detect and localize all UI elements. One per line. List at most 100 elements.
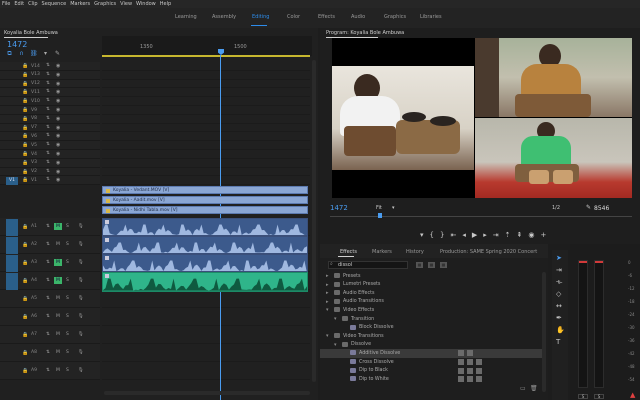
track-lane[interactable] (102, 62, 310, 71)
sync-lock-icon[interactable]: ⇅ (46, 133, 50, 138)
lock-icon[interactable]: 🔒 (22, 314, 28, 320)
effects-list-item[interactable]: ▸ Audio Effects (320, 289, 542, 298)
video-track-v3[interactable]: 🔒 V3 ⇅ ◉ (0, 158, 318, 168)
source-patch-a4[interactable] (6, 272, 18, 290)
source-patch-a3[interactable] (6, 254, 18, 272)
eye-icon[interactable]: ◉ (56, 133, 60, 139)
time-ruler[interactable]: 1350 1500 (102, 36, 312, 56)
sync-lock-icon[interactable]: ⇅ (46, 142, 50, 147)
playback-resolution-select[interactable]: 1/2 (552, 205, 560, 211)
effects-list-item[interactable]: ▸ Presets (320, 272, 542, 281)
solo-button[interactable]: M (54, 277, 62, 284)
video-track-v8[interactable]: 🔒 V8 ⇅ ◉ (0, 114, 318, 124)
accelerated-effects-filter-icon[interactable]: ▦ (416, 262, 423, 268)
lock-icon[interactable]: 🔒 (22, 296, 28, 302)
lock-icon[interactable]: 🔒 (22, 98, 28, 104)
program-scrub-bar[interactable] (330, 216, 632, 219)
track-lane[interactable] (102, 344, 310, 362)
pen-tool-icon[interactable]: ✒ (556, 314, 562, 322)
marker-icon[interactable]: ▾ (42, 50, 49, 57)
lock-icon[interactable]: 🔒 (22, 72, 28, 78)
program-playhead[interactable] (378, 213, 382, 218)
eye-icon[interactable]: ◉ (56, 142, 60, 148)
audio-clip[interactable] (102, 254, 308, 272)
extract-icon[interactable]: ⇞ (517, 231, 523, 239)
eye-icon[interactable]: ◉ (56, 125, 60, 131)
sync-lock-icon[interactable]: ⇅ (46, 107, 50, 112)
workspace-tab-effects[interactable]: Effects (318, 14, 335, 20)
go-to-in-icon[interactable]: ⇤ (450, 231, 456, 239)
lock-icon[interactable]: 🔒 (22, 169, 28, 175)
lock-icon[interactable]: 🔒 (22, 350, 28, 356)
chevron-right-icon[interactable]: ▸ (326, 290, 329, 296)
mark-in-icon[interactable]: { (430, 231, 434, 239)
timeline-vertical-scrollbar[interactable] (312, 60, 316, 382)
effects-list-item[interactable]: ▾ Transition (320, 315, 542, 324)
video-track-v10[interactable]: 🔒 V10 ⇅ ◉ (0, 97, 318, 106)
tab-production[interactable]: Production: SAME Spring 2020 Concert (440, 249, 537, 255)
eye-icon[interactable]: ◉ (56, 160, 60, 166)
track-lane[interactable] (102, 106, 310, 115)
track-lane[interactable] (102, 115, 310, 124)
solo-button-label[interactable]: S (66, 242, 69, 247)
microphone-icon[interactable]: 🎙 (78, 278, 84, 283)
audio-track-a9[interactable]: 🔒 A9 ⇅ M S 🎙 (0, 362, 318, 380)
effects-scrollbar[interactable] (542, 272, 546, 392)
solo-button-label[interactable]: S (66, 296, 69, 301)
workspace-tab-color[interactable]: Color (287, 14, 300, 20)
meter-solo-button[interactable]: S (578, 394, 588, 399)
sync-lock-icon[interactable]: ⇅ (46, 89, 50, 94)
lock-icon[interactable]: 🔒 (22, 142, 28, 148)
solo-button-label[interactable]: S (66, 224, 69, 229)
sync-lock-icon[interactable]: ⇅ (46, 177, 50, 182)
workspace-tab-assembly[interactable]: Assembly (212, 14, 236, 20)
sync-lock-icon[interactable]: ⇅ (46, 368, 50, 373)
program-timecode[interactable]: 1472 (330, 204, 348, 212)
video-track-v11[interactable]: 🔒 V11 ⇅ ◉ (0, 88, 318, 98)
audio-track-a7[interactable]: 🔒 A7 ⇅ M S 🎙 (0, 326, 318, 344)
mute-button[interactable]: M (56, 350, 60, 355)
source-patch-a1[interactable] (6, 218, 18, 236)
eye-icon[interactable]: ◉ (56, 81, 60, 87)
track-lane[interactable] (102, 97, 310, 106)
menu-item-file[interactable]: File (2, 1, 10, 7)
track-lane[interactable] (102, 159, 310, 168)
sync-lock-icon[interactable]: ⇅ (46, 260, 50, 265)
track-lane[interactable] (102, 141, 310, 150)
video-track-v1[interactable]: V1 🔒 V1 ⇅ ◉ (0, 176, 318, 186)
export-frame-icon[interactable]: ◉ (528, 231, 534, 239)
warning-icon[interactable]: ▲ (630, 391, 635, 399)
play-icon[interactable]: ▶ (472, 231, 477, 239)
tab-markers[interactable]: Markers (372, 249, 392, 255)
sync-lock-icon[interactable]: ⇅ (46, 125, 50, 130)
lock-icon[interactable]: 🔒 (22, 89, 28, 95)
program-monitor-tab[interactable]: Program: Koyalia Bole Ambuwa (326, 30, 404, 36)
sync-lock-icon[interactable]: ⇅ (46, 278, 50, 283)
track-select-tool-icon[interactable]: ⇥ (556, 266, 562, 274)
chevron-right-icon[interactable]: ▸ (326, 299, 329, 305)
effects-list-item[interactable]: Block Dissolve (320, 324, 542, 333)
video-frame[interactable] (332, 38, 632, 198)
sync-lock-icon[interactable]: ⇅ (46, 160, 50, 165)
video-track-v5[interactable]: 🔒 V5 ⇅ ◉ (0, 141, 318, 150)
chevron-down-icon[interactable]: ▾ (326, 307, 329, 313)
menu-item-clip[interactable]: Clip (28, 1, 37, 7)
solo-button-label[interactable]: S (66, 368, 69, 373)
audio-clip[interactable] (102, 236, 308, 254)
source-patch-v1[interactable]: V1 (6, 176, 18, 185)
menu-item-graphics[interactable]: Graphics (94, 1, 116, 7)
zoom-level-select[interactable]: Fit (376, 205, 382, 211)
video-track-v12[interactable]: 🔒 V12 ⇅ ◉ (0, 79, 318, 89)
linked-selection-icon[interactable]: ⛓ (30, 50, 38, 57)
video-clip[interactable]: Koyalia - Nidhi Tabla.mov [V] (102, 206, 308, 214)
solo-button[interactable]: M (54, 223, 62, 230)
lock-icon[interactable]: 🔒 (22, 368, 28, 374)
timeline-timecode[interactable]: 1472 (7, 40, 27, 49)
sync-lock-icon[interactable]: ⇅ (46, 116, 50, 121)
track-lane[interactable] (102, 308, 310, 326)
video-track-v4[interactable]: 🔒 V4 ⇅ ◉ (0, 150, 318, 159)
workspace-tab-libraries[interactable]: Libraries (420, 14, 442, 20)
sync-lock-icon[interactable]: ⇅ (46, 169, 50, 174)
lock-icon[interactable]: 🔒 (22, 278, 28, 284)
wrench-icon[interactable]: ✎ (54, 50, 61, 57)
